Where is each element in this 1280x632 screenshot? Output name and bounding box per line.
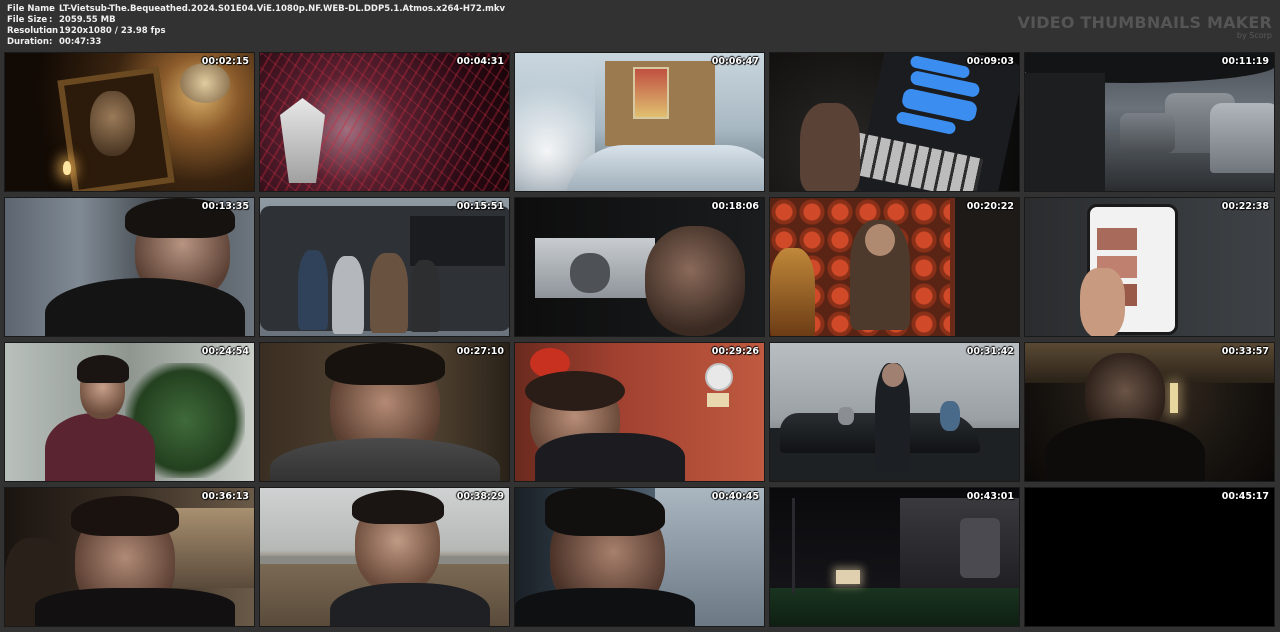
frame-image	[515, 343, 764, 481]
thumbnail-frame[interactable]: 00:20:22	[769, 197, 1020, 337]
info-value: 1920x1080 / 23.98 fps	[59, 26, 166, 36]
frame-image	[5, 198, 254, 336]
timestamp: 00:27:10	[456, 346, 504, 357]
info-row-resolution: Resolution: 1920x1080 / 23.98 fps	[7, 26, 505, 37]
frame-image	[260, 53, 509, 191]
thumbnail-frame[interactable]: 00:45:17	[1024, 487, 1275, 627]
frame-image	[515, 198, 764, 336]
thumbnail-frame[interactable]: 00:24:54	[4, 342, 255, 482]
thumbnail-frame[interactable]: 00:02:15	[4, 52, 255, 192]
frame-image	[515, 488, 764, 626]
frame-image	[1025, 198, 1274, 336]
timestamp: 00:38:29	[456, 491, 504, 502]
info-row-file-size: File Size:2059.55 MB	[7, 15, 505, 26]
timestamp: 00:06:47	[711, 56, 759, 67]
thumbnail-frame[interactable]: 00:27:10	[259, 342, 510, 482]
timestamp: 00:18:06	[711, 201, 759, 212]
frame-image	[260, 343, 509, 481]
frame-image	[770, 488, 1019, 626]
info-value: 00:47:33	[59, 37, 102, 47]
file-info: File Name: LT-Vietsub-The.Bequeathed.2024…	[7, 4, 505, 48]
thumbnail-frame[interactable]: 00:31:42	[769, 342, 1020, 482]
timestamp: 00:33:57	[1221, 346, 1269, 357]
timestamp: 00:31:42	[966, 346, 1014, 357]
frame-image	[5, 488, 254, 626]
timestamp: 00:36:13	[201, 491, 249, 502]
thumbnail-frame[interactable]: 00:43:01	[769, 487, 1020, 627]
brand-watermark: VIDEO THUMBNAILS MAKER by Scorp	[1017, 14, 1272, 41]
info-separator: :	[49, 15, 53, 25]
thumbnail-frame[interactable]: 00:40:45	[514, 487, 765, 627]
timestamp: 00:24:54	[201, 346, 249, 357]
thumbnail-frame[interactable]: 00:13:35	[4, 197, 255, 337]
info-label: File Size	[7, 15, 48, 25]
thumbnail-frame[interactable]: 00:33:57	[1024, 342, 1275, 482]
timestamp: 00:40:45	[711, 491, 759, 502]
frame-image	[5, 343, 254, 481]
timestamp: 00:20:22	[966, 201, 1014, 212]
info-value: LT-Vietsub-The.Bequeathed.2024.S01E04.Vi…	[59, 4, 506, 14]
timestamp: 00:13:35	[201, 201, 249, 212]
frame-image	[770, 198, 1019, 336]
thumbnail-grid: 00:02:15 00:04:31 00:06:47 00:09:03 00:1…	[4, 52, 1275, 627]
frame-image	[515, 53, 764, 191]
timestamp: 00:15:51	[456, 201, 504, 212]
frame-image	[1025, 343, 1274, 481]
thumbnail-frame[interactable]: 00:04:31	[259, 52, 510, 192]
thumbnail-frame[interactable]: 00:36:13	[4, 487, 255, 627]
timestamp: 00:02:15	[201, 56, 249, 67]
timestamp: 00:09:03	[966, 56, 1014, 67]
thumbnail-frame[interactable]: 00:38:29	[259, 487, 510, 627]
info-value: 2059.55 MB	[59, 15, 116, 25]
frame-image	[1025, 53, 1274, 191]
info-separator: :	[49, 4, 53, 14]
brand-title: VIDEO THUMBNAILS MAKER	[1017, 13, 1272, 32]
frame-image	[770, 53, 1019, 191]
info-separator: :	[49, 26, 53, 36]
timestamp: 00:45:17	[1221, 491, 1269, 502]
timestamp: 00:22:38	[1221, 201, 1269, 212]
frame-image	[5, 53, 254, 191]
timestamp: 00:11:19	[1221, 56, 1269, 67]
brand-subtitle: by Scorp	[1236, 31, 1272, 40]
thumbnail-frame[interactable]: 00:11:19	[1024, 52, 1275, 192]
info-row-duration: Duration: 00:47:33	[7, 37, 505, 48]
thumbnail-frame[interactable]: 00:18:06	[514, 197, 765, 337]
frame-image	[770, 343, 1019, 481]
thumbnail-frame[interactable]: 00:15:51	[259, 197, 510, 337]
thumbnail-frame[interactable]: 00:22:38	[1024, 197, 1275, 337]
info-label: File Name	[7, 4, 55, 14]
thumbnail-frame[interactable]: 00:29:26	[514, 342, 765, 482]
info-label: Resolution	[7, 26, 59, 36]
thumbnail-frame[interactable]: 00:09:03	[769, 52, 1020, 192]
info-label: Duration	[7, 37, 49, 47]
frame-image	[260, 198, 509, 336]
frame-image	[260, 488, 509, 626]
timestamp: 00:43:01	[966, 491, 1014, 502]
info-row-file-name: File Name: LT-Vietsub-The.Bequeathed.2024…	[7, 4, 505, 15]
info-separator: :	[49, 37, 53, 47]
thumbnail-sheet: File Name: LT-Vietsub-The.Bequeathed.2024…	[0, 0, 1280, 632]
timestamp: 00:04:31	[456, 56, 504, 67]
thumbnail-frame[interactable]: 00:06:47	[514, 52, 765, 192]
timestamp: 00:29:26	[711, 346, 759, 357]
frame-image	[1025, 488, 1274, 626]
